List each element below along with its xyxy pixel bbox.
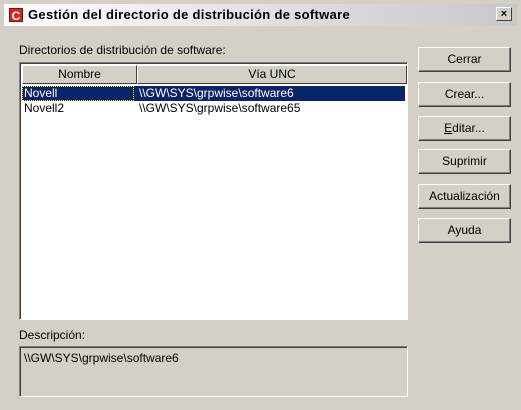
column-header-via-unc[interactable]: Vía UNC: [137, 65, 407, 84]
delete-button[interactable]: Suprimir: [418, 149, 511, 174]
list-row-novell[interactable]: Novell \\GW\SYS\grpwise\software6: [22, 86, 405, 101]
description-value: \\GW\SYS\grpwise\software6: [24, 351, 179, 365]
list-row-novell2[interactable]: Novell2 \\GW\SYS\grpwise\software65: [22, 101, 405, 116]
column-header-nombre[interactable]: Nombre: [22, 65, 137, 84]
title-bar[interactable]: C Gestión del directorio de distribución…: [4, 4, 517, 26]
description-field: \\GW\SYS\grpwise\software6: [19, 346, 408, 397]
directories-listview[interactable]: Nombre Vía UNC Novell \\GW\SYS\grpwise\s…: [19, 62, 408, 320]
edit-button[interactable]: Editar...: [418, 116, 511, 141]
description-label: Descripción:: [19, 328, 86, 342]
directories-label: Directorios de distribución de software:: [19, 43, 226, 57]
dialog-window: C Gestión del directorio de distribución…: [0, 0, 521, 410]
edit-mnemonic: E: [444, 121, 453, 135]
close-window-button[interactable]: ×: [496, 7, 512, 21]
close-button[interactable]: Cerrar: [418, 47, 511, 72]
row-unc-path: \\GW\SYS\grpwise\software6: [139, 86, 294, 100]
window-title: Gestión del directorio de distribución d…: [28, 7, 350, 22]
update-button[interactable]: Actualización: [418, 184, 511, 209]
row-name: Novell2: [24, 101, 65, 115]
edit-label: ditar...: [452, 121, 485, 135]
help-button[interactable]: Ayuda: [418, 218, 511, 243]
create-button[interactable]: Crear...: [418, 82, 511, 107]
app-icon: C: [9, 8, 23, 23]
row-unc-path: \\GW\SYS\grpwise\software65: [139, 101, 301, 115]
list-header: Nombre Vía UNC: [22, 65, 407, 84]
close-icon: ×: [500, 8, 508, 20]
row-name: Novell: [22, 86, 134, 101]
